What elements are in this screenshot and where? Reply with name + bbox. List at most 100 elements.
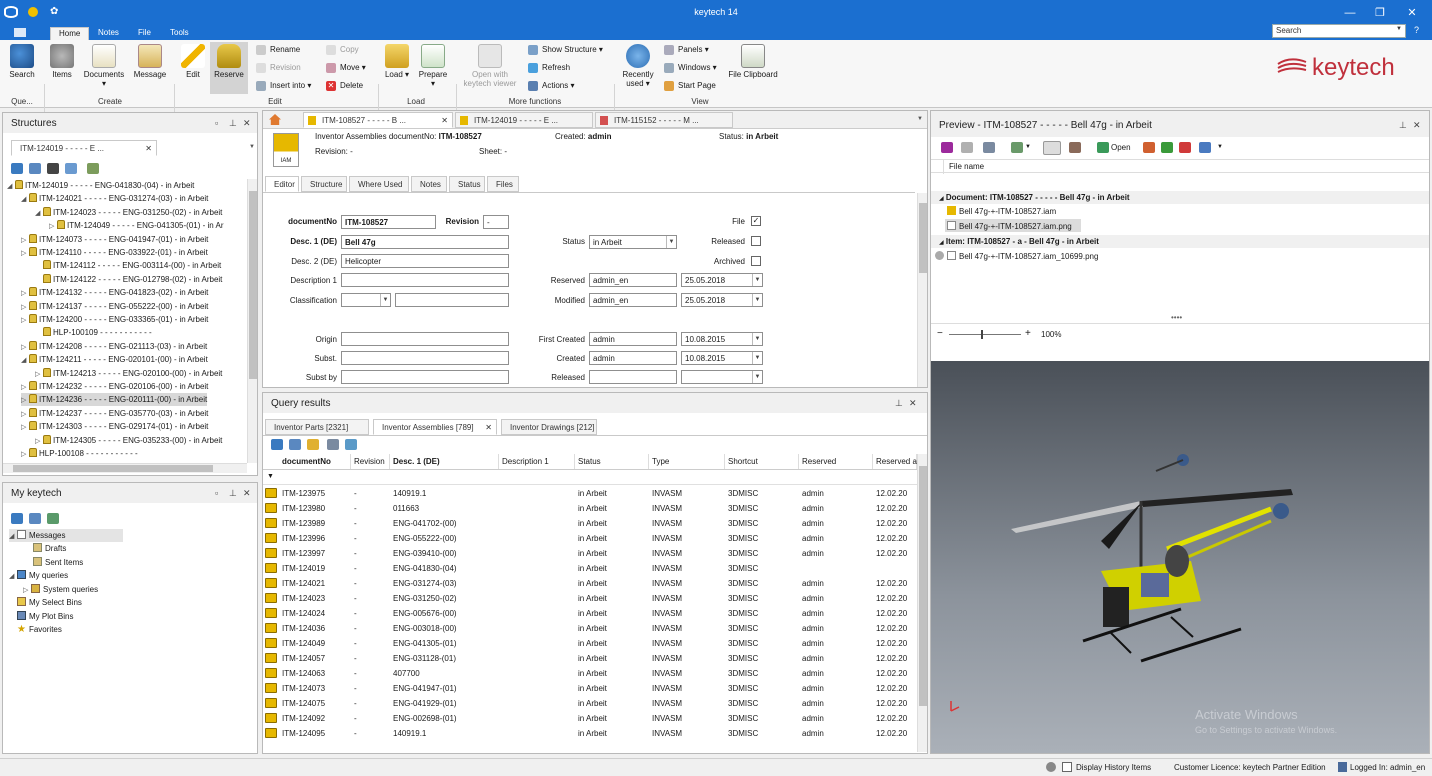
tree-row[interactable]: ◢ ITM-124021 - - - - - ENG-031274-(03) - …: [21, 192, 208, 205]
table-row[interactable]: ITM-123975 - 140919.1 in Arbeit INVASM 3DMISC…: [263, 486, 911, 501]
file-checkbox[interactable]: ✓: [751, 216, 761, 226]
close-icon[interactable]: ✕: [1402, 4, 1422, 22]
structure-hscrollbar[interactable]: [3, 463, 247, 473]
modified-date-field[interactable]: 25.05.2018 ▼: [681, 293, 763, 307]
preview-mode-icon[interactable]: [1043, 141, 1061, 155]
tree-row[interactable]: ▷ ITM-124110 - - - - - ENG-033922-(01) - …: [21, 246, 208, 259]
tree-row[interactable]: ◢ ITM-124019 - - - - - ENG-041830-(04) - …: [7, 179, 194, 192]
tab-close-icon[interactable]: ✕: [485, 423, 492, 432]
tab-list-icon[interactable]: ▼: [917, 116, 923, 122]
pin-icon[interactable]: ⊥: [895, 398, 903, 409]
panel-close-icon[interactable]: ✕: [243, 488, 251, 499]
column-header[interactable]: Revision: [351, 454, 390, 469]
refresh-icon[interactable]: [29, 513, 41, 524]
created-user-field[interactable]: admin: [589, 351, 677, 365]
tree-row[interactable]: ◢ ITM-124211 - - - - - ENG-020101-(00) - …: [21, 353, 208, 366]
file-row-1[interactable]: Bell 47g-+-ITM-108527.iam: [947, 206, 1056, 216]
substby-field[interactable]: [341, 370, 509, 384]
tree-my-plot-bins[interactable]: My Plot Bins: [17, 610, 73, 623]
reserved-date-field[interactable]: 25.05.2018 ▼: [681, 273, 763, 287]
recently-used-button[interactable]: Recently used ▾: [618, 44, 658, 88]
zoom-slider[interactable]: [949, 330, 1021, 339]
search-dropdown-icon[interactable]: ▼: [1396, 26, 1402, 32]
refresh-icon[interactable]: [289, 439, 301, 450]
table-row[interactable]: ITM-124057 - ENG-031128-(01) in Arbeit INVAS…: [263, 651, 911, 666]
panel-menu-icon[interactable]: ▫: [215, 118, 218, 128]
revision-button[interactable]: Revision: [256, 62, 301, 73]
table-row[interactable]: ITM-123997 - ENG-039410-(00) in Arbeit INVAS…: [263, 546, 911, 561]
expander-icon[interactable]: ◢: [7, 180, 15, 193]
structure-scrollbar[interactable]: [247, 179, 257, 463]
column-header[interactable]: Reserved at: [873, 454, 919, 469]
structure-tab[interactable]: ITM-124019 - - - - - E ... ✕: [11, 140, 157, 156]
tree-row[interactable]: ▷ ITM-124303 - - - - - ENG-029174-(01) - …: [21, 420, 208, 433]
column-header[interactable]: Reserved: [799, 454, 873, 469]
expander-icon[interactable]: ▷: [21, 408, 29, 421]
tree-row[interactable]: ▷ ITM-124200 - - - - - ENG-033365-(01) - …: [21, 313, 208, 326]
tree-favorites[interactable]: ★ Favorites: [17, 623, 62, 636]
archived-checkbox[interactable]: [751, 256, 761, 266]
expander-icon[interactable]: ▷: [49, 220, 57, 233]
table-row[interactable]: ITM-124024 - ENG-005676-(00) in Arbeit INVAS…: [263, 606, 911, 621]
app-menu-icon[interactable]: [14, 28, 26, 37]
splitter-grip[interactable]: ••••: [1171, 313, 1182, 322]
structure-menu-icon[interactable]: [87, 163, 99, 174]
item-group-row[interactable]: ◢ Item: ITM-108527 - a - Bell 47g - in A…: [931, 235, 1429, 248]
editor-tab-1[interactable]: Structure: [301, 176, 347, 192]
expander-icon[interactable]: ▷: [35, 435, 43, 448]
tree-row[interactable]: ▷ ITM-124132 - - - - - ENG-041823-(02) - …: [21, 286, 208, 299]
expander-icon[interactable]: ▷: [35, 368, 43, 381]
released-checkbox[interactable]: [751, 236, 761, 246]
doc-tab-1[interactable]: ITM-108527 - - - - - B ... ✕: [303, 112, 453, 128]
home-icon[interactable]: [269, 114, 281, 125]
tree-system-queries[interactable]: ▷ System queries: [23, 583, 98, 596]
tree-row[interactable]: ▷ ITM-124236 - - - - - ENG-020111-(00) - …: [21, 393, 208, 407]
expander-icon[interactable]: ◢: [35, 207, 43, 220]
file-row-3[interactable]: Bell 47g-+-ITM-108527.iam_10699.png: [935, 251, 1098, 261]
panel-menu-icon[interactable]: ▫: [215, 488, 218, 498]
query-scrollbar[interactable]: [917, 454, 927, 752]
tree-row[interactable]: ◢ ITM-124023 - - - - - ENG-031250-(02) - …: [35, 206, 222, 219]
insert-into-button[interactable]: Insert into ▾: [256, 80, 311, 91]
table-row[interactable]: ITM-123996 - ENG-055222-(00) in Arbeit INVAS…: [263, 531, 911, 546]
desc2-field[interactable]: Helicopter: [341, 254, 509, 268]
show-structure-button[interactable]: Show Structure ▾: [528, 44, 603, 55]
expander-icon[interactable]: ▷: [21, 301, 29, 314]
image-icon[interactable]: [1069, 142, 1081, 153]
remove-file-icon[interactable]: [1179, 142, 1191, 153]
column-header[interactable]: Desc. 1 (DE): [390, 454, 499, 469]
new-query-icon[interactable]: [47, 513, 59, 524]
chevron-down-icon[interactable]: ▼: [1217, 144, 1223, 150]
model-viewport[interactable]: Activate Windows Go to Settings to activ…: [931, 361, 1429, 753]
query-tab-1[interactable]: Inventor Assemblies [789] ✕: [373, 419, 497, 435]
items-button[interactable]: Items: [48, 44, 76, 79]
add-file-icon[interactable]: [1161, 142, 1173, 153]
editor-tab-4[interactable]: Status: [449, 176, 485, 192]
move-button[interactable]: Move ▾: [326, 62, 366, 73]
tree-row[interactable]: ▷ HLP-100108 - - - - - - - - - - -: [21, 447, 138, 460]
table-row[interactable]: ITM-124023 - ENG-031250-(02) in Arbeit INVAS…: [263, 591, 911, 606]
column-header[interactable]: documentNo: [279, 454, 351, 469]
export-icon[interactable]: [65, 163, 77, 174]
globe-icon[interactable]: [11, 513, 23, 524]
settings-icon[interactable]: [1046, 762, 1056, 772]
upload-icon[interactable]: [1143, 142, 1155, 153]
tree-row[interactable]: ▷ ITM-124049 - - - - - ENG-041305-(01) - …: [49, 219, 224, 232]
filter-row[interactable]: ▼: [263, 470, 917, 485]
released-user-field[interactable]: [589, 370, 677, 384]
panel-close-icon[interactable]: ✕: [243, 118, 251, 129]
save-icon[interactable]: [47, 163, 59, 174]
open-icon[interactable]: [1097, 142, 1109, 153]
windows-button[interactable]: Windows ▾: [664, 62, 717, 73]
created-date-field[interactable]: 10.08.2015 ▼: [681, 351, 763, 365]
tree-row[interactable]: ▷ ITM-124073 - - - - - ENG-041947-(01) - …: [21, 233, 208, 246]
classification-select[interactable]: ▼: [341, 293, 391, 307]
start-page-button[interactable]: Start Page: [664, 80, 716, 91]
tab-close-icon[interactable]: ✕: [441, 116, 448, 125]
refresh-button[interactable]: Refresh: [528, 62, 570, 73]
search-input[interactable]: Search: [1272, 24, 1406, 38]
tree-messages[interactable]: ◢ Messages: [9, 529, 123, 542]
table-row[interactable]: ITM-123980 - 011663 in Arbeit INVASM 3DMISC ad…: [263, 501, 911, 516]
description1-field[interactable]: [341, 273, 509, 287]
expander-icon[interactable]: ◢: [21, 193, 29, 206]
